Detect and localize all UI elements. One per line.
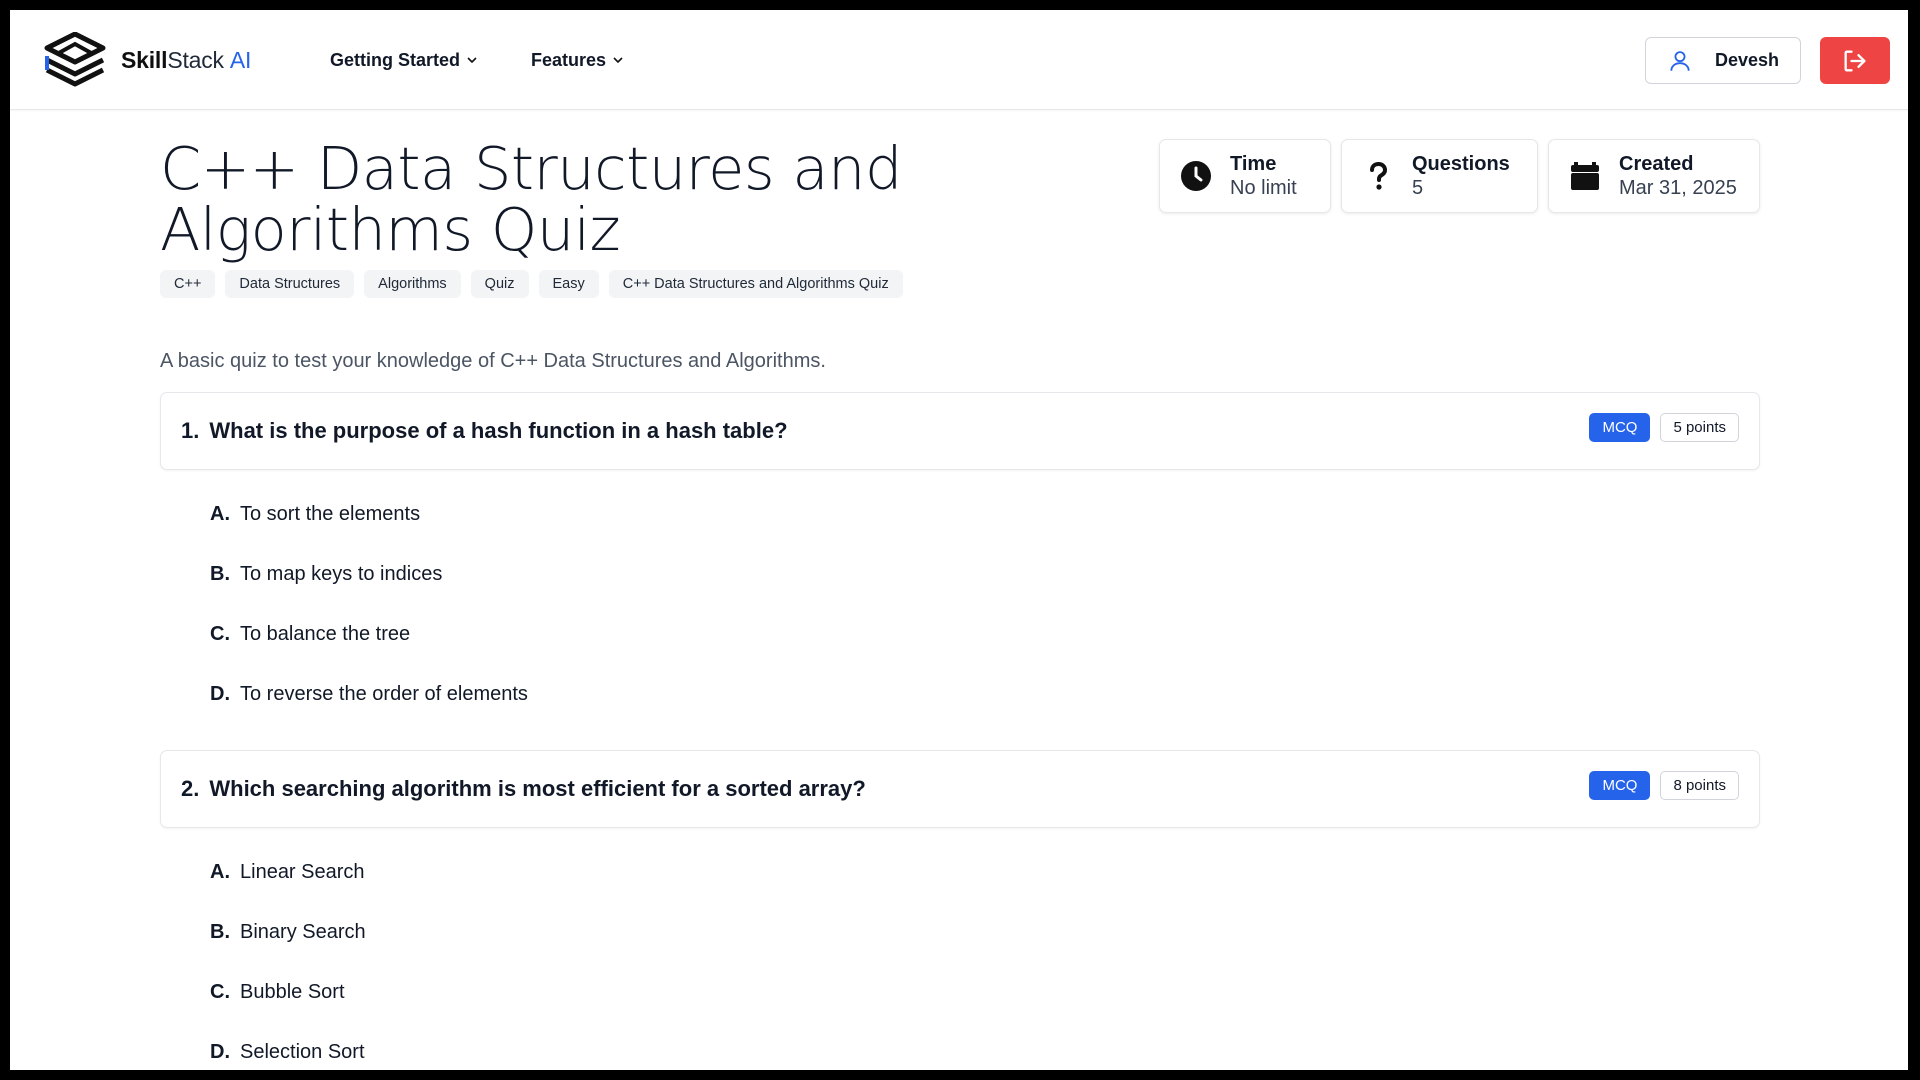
question-points-badge: 5 points: [1660, 413, 1739, 442]
tag[interactable]: Data Structures: [225, 270, 355, 298]
chevron-down-icon: [613, 57, 623, 64]
top-navbar: SkillStack AI Getting Started Features De…: [10, 10, 1908, 110]
option-letter: A.: [210, 861, 230, 883]
question-badges: MCQ 8 points: [1589, 771, 1739, 800]
logo-icon: [44, 32, 106, 87]
stat-questions: Questions 5: [1341, 139, 1538, 213]
question-prompt: What is the purpose of a hash function i…: [209, 418, 788, 443]
user-name: Devesh: [1714, 50, 1780, 70]
logo-text-accent: AI: [229, 46, 252, 73]
stat-questions-label: Questions: [1412, 153, 1510, 175]
stat-time-value: No limit: [1230, 177, 1297, 199]
option-text: Bubble Sort: [240, 981, 345, 1003]
calendar-icon: [1571, 162, 1599, 190]
nav-getting-started[interactable]: Getting Started: [330, 10, 478, 110]
option-letter: C.: [210, 981, 230, 1003]
option-2b[interactable]: B. Binary Search: [210, 921, 366, 944]
tag[interactable]: Easy: [538, 270, 599, 298]
user-profile-button[interactable]: Devesh: [1645, 37, 1801, 84]
nav-features-item[interactable]: Features: [531, 50, 624, 71]
tag[interactable]: C++ Data Structures and Algorithms Quiz: [608, 270, 903, 298]
tag[interactable]: Quiz: [470, 270, 529, 298]
question-points-badge: 8 points: [1660, 771, 1739, 800]
tag[interactable]: C++: [160, 270, 216, 298]
page-title: C++ Data Structures and Algorithms Quiz: [160, 134, 902, 264]
logout-icon: [1844, 50, 1866, 72]
question-card-1: 1. What is the purpose of a hash functio…: [160, 392, 1760, 470]
logo-text: SkillStack AI: [121, 47, 251, 74]
option-letter: D.: [210, 683, 230, 705]
stat-questions-value: 5: [1412, 177, 1424, 199]
question-prompt: Which searching algorithm is most effici…: [209, 776, 866, 801]
logout-button[interactable]: [1820, 37, 1890, 84]
question-text: 1. What is the purpose of a hash functio…: [181, 393, 788, 469]
option-letter: A.: [210, 503, 230, 525]
option-1d[interactable]: D. To reverse the order of elements: [210, 683, 528, 706]
clock-icon: [1181, 161, 1211, 191]
option-1b[interactable]: B. To map keys to indices: [210, 563, 442, 586]
chevron-down-icon: [467, 57, 477, 64]
user-icon: [1670, 50, 1690, 71]
option-1a[interactable]: A. To sort the elements: [210, 503, 420, 526]
question-badges: MCQ 5 points: [1589, 413, 1739, 442]
tag-list: C++ Data Structures Algorithms Quiz Easy…: [160, 270, 903, 298]
question-icon: [1370, 161, 1388, 190]
option-text: Binary Search: [240, 921, 366, 943]
option-letter: D.: [210, 1041, 230, 1063]
option-text: Linear Search: [240, 861, 365, 883]
question-number: 1.: [181, 418, 200, 443]
option-letter: B.: [210, 563, 230, 585]
option-1c[interactable]: C. To balance the tree: [210, 623, 410, 646]
question-type-badge: MCQ: [1589, 413, 1651, 442]
stat-created-label: Created: [1619, 153, 1694, 175]
option-text: To sort the elements: [240, 503, 421, 525]
stat-time-label: Time: [1230, 153, 1277, 175]
nav-features[interactable]: Features: [531, 10, 624, 110]
question-card-2: 2. Which searching algorithm is most eff…: [160, 750, 1760, 828]
nav-features-label: Features: [531, 49, 607, 70]
logo-text-bold: Skill: [121, 46, 168, 73]
option-letter: B.: [210, 921, 230, 943]
question-number: 2.: [181, 776, 200, 801]
stat-time: Time No limit: [1159, 139, 1331, 213]
app-window: SkillStack AI Getting Started Features De…: [10, 10, 1908, 1070]
stat-created-value: Mar 31, 2025: [1619, 177, 1737, 199]
option-letter: C.: [210, 623, 230, 645]
question-text: 2. Which searching algorithm is most eff…: [181, 751, 866, 827]
nav-getting-started-item[interactable]: Getting Started: [330, 50, 478, 71]
question-type-badge: MCQ: [1589, 771, 1651, 800]
logo[interactable]: SkillStack AI: [43, 32, 251, 88]
option-2d[interactable]: D. Selection Sort: [210, 1041, 365, 1064]
option-text: To reverse the order of elements: [240, 683, 528, 705]
quiz-stats: Time No limit Questions 5 Created Mar 31…: [1159, 139, 1760, 213]
option-2a[interactable]: A. Linear Search: [210, 861, 365, 884]
option-text: Selection Sort: [240, 1041, 365, 1063]
option-text: To map keys to indices: [240, 563, 443, 585]
option-2c[interactable]: C. Bubble Sort: [210, 981, 345, 1004]
logo-text-regular: Stack: [167, 46, 224, 73]
nav-getting-started-label: Getting Started: [330, 49, 461, 70]
quiz-description: A basic quiz to test your knowledge of C…: [160, 350, 826, 372]
option-text: To balance the tree: [240, 623, 411, 645]
stat-created: Created Mar 31, 2025: [1548, 139, 1760, 213]
tag[interactable]: Algorithms: [364, 270, 461, 298]
